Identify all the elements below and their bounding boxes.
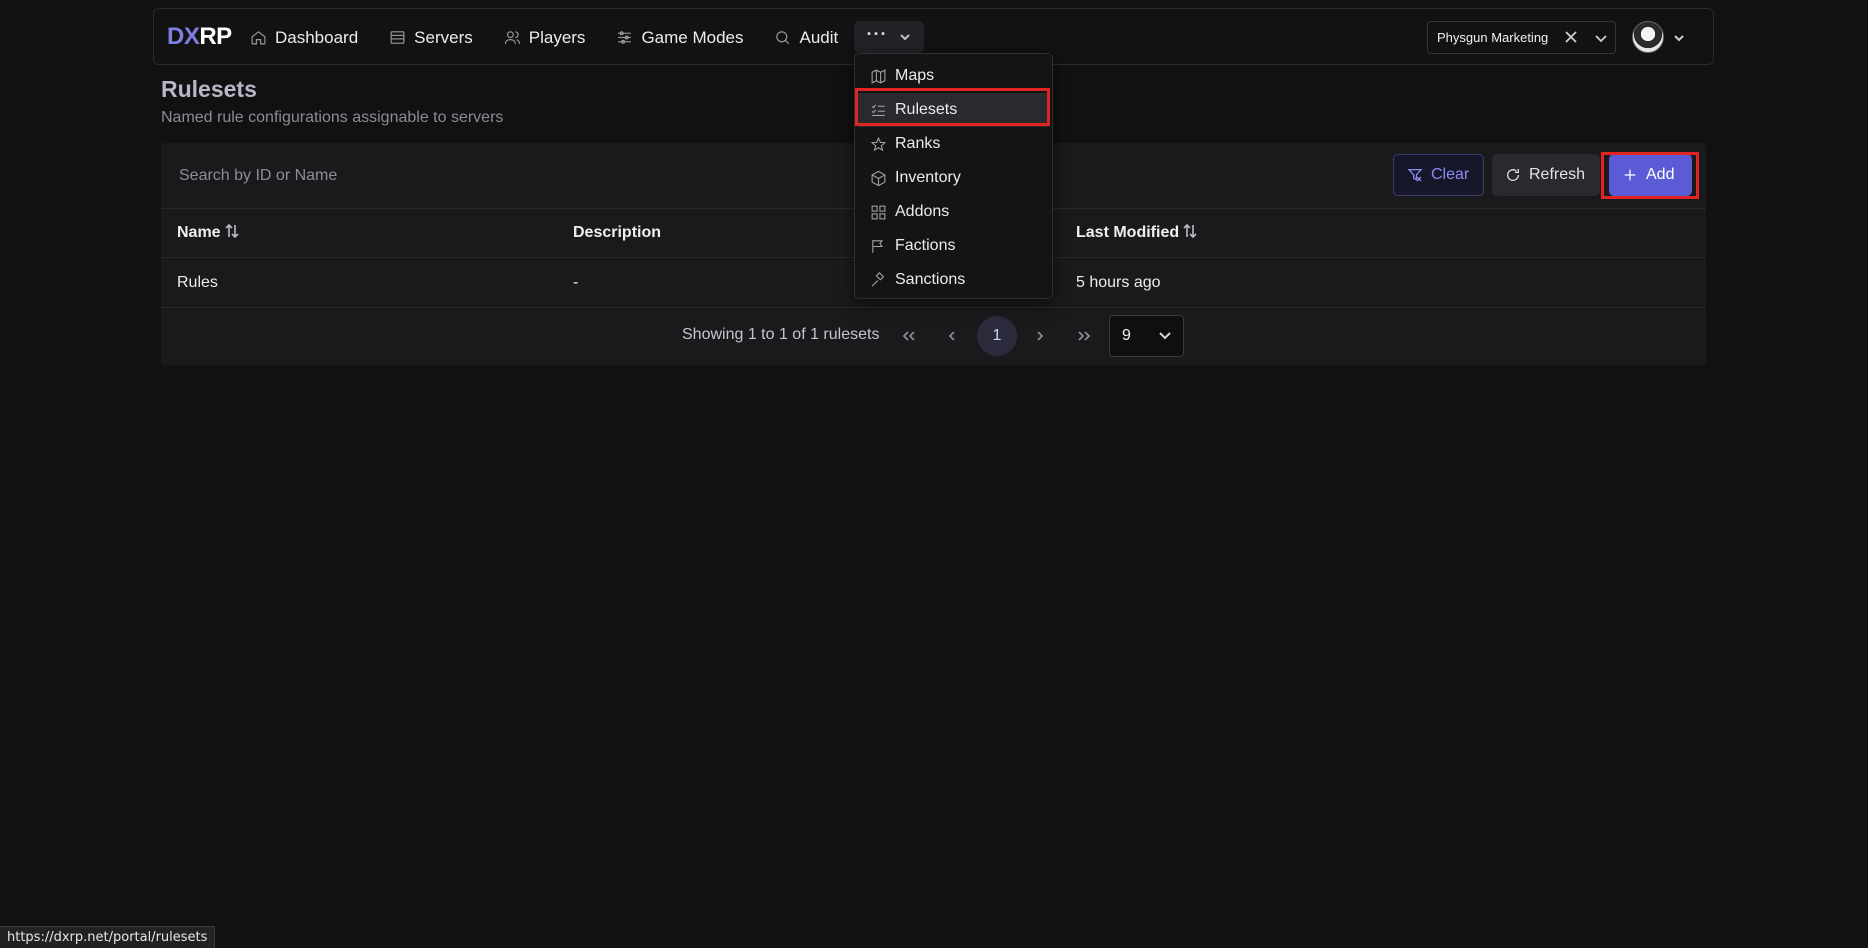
map-icon bbox=[871, 68, 886, 84]
menu-item-maps[interactable]: Maps bbox=[857, 59, 1050, 93]
chevron-down-icon[interactable] bbox=[1673, 31, 1685, 49]
star-icon bbox=[870, 136, 887, 151]
page-size-select[interactable]: 9 bbox=[1109, 315, 1184, 357]
more-dots-icon: ··· bbox=[866, 23, 888, 44]
sort-icon[interactable] bbox=[1183, 223, 1197, 244]
nav-players[interactable]: Players bbox=[504, 28, 585, 48]
page-subtitle: Named rule configurations assignable to … bbox=[161, 109, 504, 126]
refresh-icon bbox=[1507, 169, 1519, 181]
link-preview-status: https://dxrp.net/portal/rulesets bbox=[0, 926, 216, 948]
chevron-left-icon bbox=[948, 331, 955, 341]
chevron-down-icon bbox=[900, 34, 911, 41]
organization-select[interactable]: Physgun Marketing bbox=[1427, 21, 1616, 54]
first-page-button[interactable] bbox=[894, 321, 924, 351]
list-checks-icon bbox=[871, 104, 885, 116]
menu-item-sanctions[interactable]: Sanctions bbox=[857, 263, 1050, 297]
search-icon bbox=[776, 31, 790, 45]
clear-filters-button[interactable]: Clear bbox=[1393, 154, 1484, 196]
menu-item-inventory[interactable]: Inventory bbox=[857, 161, 1050, 195]
sort-icon[interactable] bbox=[225, 223, 239, 244]
main-nav: Dashboard Servers Players Game Modes Aud… bbox=[250, 9, 869, 66]
chevron-right-icon bbox=[1037, 331, 1044, 341]
nav-servers[interactable]: Servers bbox=[389, 28, 473, 48]
brand-logo[interactable]: DXRP bbox=[167, 23, 232, 51]
search-input[interactable] bbox=[177, 163, 777, 189]
nav-game-modes[interactable]: Game Modes bbox=[616, 28, 743, 48]
column-header-name[interactable]: Name bbox=[177, 209, 239, 257]
sliders-icon bbox=[618, 31, 632, 44]
chevrons-left-icon bbox=[902, 331, 915, 341]
chevron-down-icon bbox=[1159, 332, 1171, 340]
previous-page-button[interactable] bbox=[937, 321, 967, 351]
current-page-button[interactable]: 1 bbox=[977, 316, 1017, 356]
last-page-button[interactable] bbox=[1069, 321, 1099, 351]
plus-icon bbox=[1624, 169, 1636, 181]
box-icon bbox=[871, 170, 886, 186]
refresh-button[interactable]: Refresh bbox=[1492, 154, 1600, 196]
gavel-icon bbox=[871, 271, 885, 287]
menu-item-ranks[interactable]: Ranks bbox=[857, 127, 1050, 161]
pagination-summary: Showing 1 to 1 of 1 rulesets bbox=[682, 326, 880, 343]
server-icon bbox=[390, 31, 405, 44]
menu-item-rulesets[interactable]: Rulesets bbox=[857, 93, 1050, 127]
next-page-button[interactable] bbox=[1025, 321, 1055, 351]
chevron-down-icon[interactable] bbox=[1594, 32, 1608, 47]
more-menu-button[interactable]: ··· bbox=[854, 21, 924, 53]
page-title: Rulesets bbox=[161, 76, 257, 102]
home-icon bbox=[251, 31, 266, 45]
menu-item-addons[interactable]: Addons bbox=[857, 195, 1050, 229]
users-icon bbox=[504, 31, 520, 44]
filter-x-icon bbox=[1407, 169, 1423, 182]
column-header-last-modified[interactable]: Last Modified bbox=[1076, 209, 1197, 257]
nav-audit[interactable]: Audit bbox=[774, 28, 838, 48]
cell-description: - bbox=[573, 273, 579, 291]
chevrons-right-icon bbox=[1078, 331, 1091, 341]
menu-item-factions[interactable]: Factions bbox=[857, 229, 1050, 263]
more-dropdown-menu: Maps Rulesets Ranks Inventory Addons Fac… bbox=[854, 53, 1053, 299]
column-header-description: Description bbox=[573, 224, 662, 241]
user-avatar[interactable] bbox=[1632, 21, 1664, 53]
grid-icon bbox=[871, 205, 886, 219]
clear-org-icon[interactable] bbox=[1564, 30, 1578, 47]
pagination: Showing 1 to 1 of 1 rulesets 1 9 bbox=[161, 308, 1706, 365]
flag-icon bbox=[872, 239, 884, 253]
cell-last-modified: 5 hours ago bbox=[1076, 273, 1161, 291]
cell-name: Rules bbox=[177, 273, 218, 291]
nav-dashboard[interactable]: Dashboard bbox=[250, 28, 358, 48]
add-ruleset-button[interactable]: Add bbox=[1609, 154, 1692, 196]
